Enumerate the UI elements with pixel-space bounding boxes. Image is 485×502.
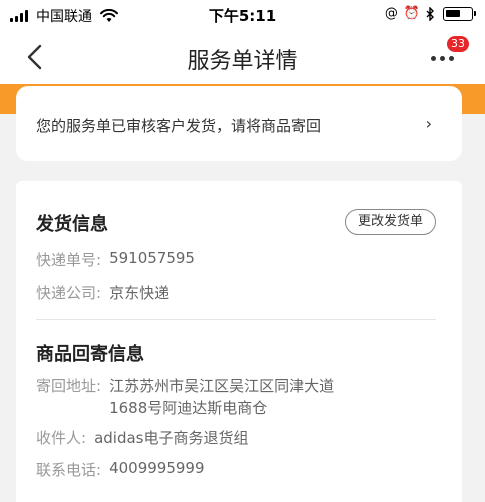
courier-label: 快递公司:	[36, 284, 102, 302]
bluetooth-icon	[426, 6, 434, 21]
status-bar-right: @ ⏰	[379, 6, 476, 21]
status-bar: 中国联通 下午5:11 @ ⏰	[0, 0, 485, 30]
recipient-value: adidas电子商务退货组	[94, 429, 249, 447]
at-sign-icon: @	[384, 6, 398, 21]
section-divider	[36, 319, 436, 320]
phone-value: 4009995999	[109, 459, 205, 477]
more-dot-icon	[440, 56, 445, 61]
battery-level-fill	[446, 9, 460, 17]
tracking-number-value: 591057595	[109, 249, 195, 267]
recipient-label: 收件人:	[36, 429, 87, 447]
recipient-row: 收件人: adidas电子商务退货组	[36, 427, 248, 448]
service-status-text: 您的服务单已审核客户发货，请将商品寄回	[36, 117, 322, 135]
shipping-section-title: 发货信息	[36, 214, 108, 235]
status-bar-left: 中国联通	[10, 6, 118, 26]
courier-row: 快递公司: 京东快递	[36, 282, 169, 303]
carrier-name: 中国联通	[36, 9, 92, 25]
wifi-icon	[100, 9, 118, 22]
service-status-card[interactable]: 您的服务单已审核客户发货，请将商品寄回 ›	[16, 86, 462, 161]
more-dot-icon	[449, 56, 454, 61]
return-address-label: 寄回地址:	[36, 377, 102, 395]
tracking-number-row: 快递单号: 591057595	[36, 249, 195, 270]
return-address-value: 江苏苏州市吴江区吴江区同津大道1688号阿迪达斯电商仓	[109, 377, 335, 417]
modify-shipping-button[interactable]: 更改发货单	[345, 209, 436, 235]
info-card: 发货信息 更改发货单 快递单号: 591057595 快递公司: 京东快递 商品…	[16, 181, 462, 502]
courier-value: 京东快递	[109, 284, 170, 302]
chevron-right-icon: ›	[425, 114, 432, 133]
signal-icon	[10, 10, 30, 22]
back-arrow-icon[interactable]	[20, 40, 54, 74]
return-section-title: 商品回寄信息	[36, 344, 144, 365]
more-dot-icon	[431, 56, 436, 61]
return-address-row: 寄回地址: 江苏苏州市吴江区吴江区同津大道1688号阿迪达斯电商仓	[36, 375, 349, 419]
phone-label: 联系电话:	[36, 461, 102, 479]
phone-row: 联系电话: 4009995999	[36, 459, 205, 480]
nav-bar: 服务单详情 33	[0, 30, 485, 84]
alarm-clock-icon: ⏰	[403, 6, 420, 21]
notification-badge: 33	[447, 36, 469, 52]
page-title: 服务单详情	[187, 49, 298, 74]
battery-icon	[443, 6, 476, 21]
tracking-number-label: 快递单号:	[36, 251, 102, 269]
